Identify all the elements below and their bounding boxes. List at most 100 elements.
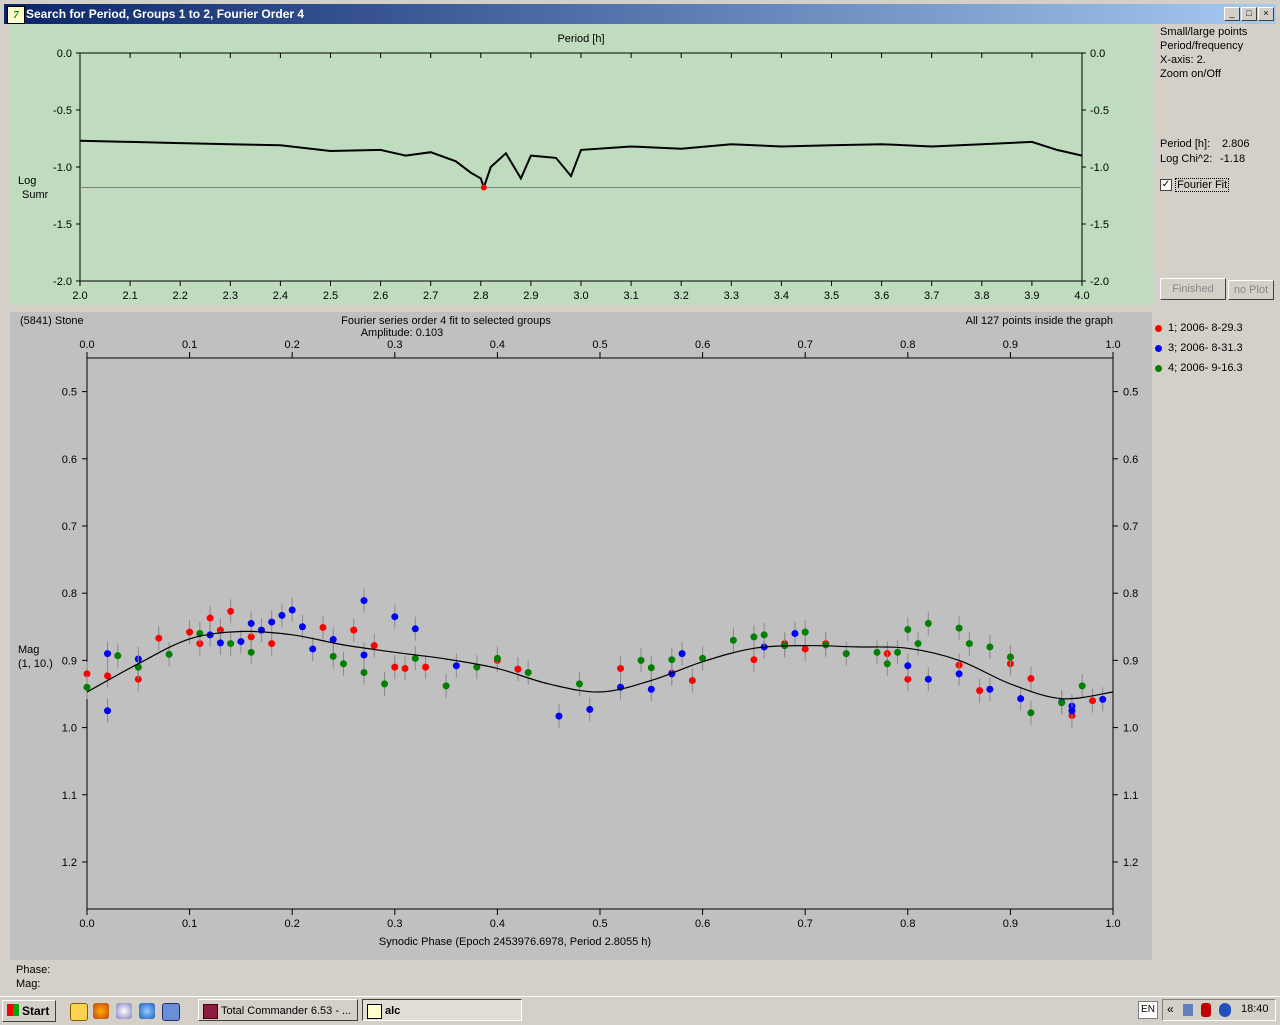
fourier-fit-checkbox[interactable]: ✓ Fourier Fit — [1160, 178, 1230, 192]
data-point — [186, 628, 194, 636]
legend-label: 4; 2006- 9-16.3 — [1168, 362, 1243, 374]
data-point — [924, 675, 932, 683]
data-point — [329, 652, 337, 660]
app-quicklaunch-icon[interactable] — [70, 1003, 88, 1021]
option-period-frequency[interactable]: Period/frequency — [1160, 40, 1243, 52]
data-point — [822, 641, 830, 649]
data-point — [791, 630, 799, 637]
data-point — [268, 640, 276, 648]
data-point — [350, 626, 358, 634]
x-tick-label: 2.0 — [72, 290, 87, 302]
y-tick-label: -1.0 — [1090, 162, 1109, 174]
y-tick-label: -1.0 — [53, 162, 72, 174]
system-tray: « 18:40 — [1162, 999, 1276, 1021]
legend-item: 4; 2006- 9-16.3 — [1155, 362, 1243, 374]
maximize-button[interactable]: □ — [1241, 7, 1257, 21]
y-tick-label: 0.9 — [1123, 655, 1138, 667]
taskbar: Start Total Commander 6.53 - ... alc EN … — [0, 996, 1280, 1025]
app-icon: 7 — [7, 6, 25, 24]
y-tick-label: 1.0 — [62, 723, 77, 735]
y-axis-label: (1, 10.) — [18, 658, 53, 670]
data-point — [1027, 675, 1035, 683]
firefox-icon[interactable] — [93, 1003, 109, 1019]
x-tick-label: 0.1 — [182, 339, 197, 351]
windows-logo-icon — [7, 1004, 19, 1016]
data-point — [986, 643, 994, 651]
data-point — [104, 707, 112, 715]
periodogram-line — [79, 139, 1083, 191]
x-tick-label: 1.0 — [1105, 339, 1120, 351]
best-period-marker — [480, 184, 487, 191]
period-value: 2.806 — [1222, 138, 1250, 150]
data-point — [247, 619, 255, 627]
x-tick-label: 3.9 — [1024, 290, 1039, 302]
x-tick-label: 0.2 — [285, 918, 300, 930]
data-point — [575, 680, 583, 688]
data-point — [647, 664, 655, 672]
data-point — [401, 664, 409, 672]
x-tick-label: 1.0 — [1105, 918, 1120, 930]
x-tick-label: 0.4 — [490, 918, 505, 930]
data-point — [750, 656, 758, 664]
data-point — [360, 597, 368, 605]
show-desktop-icon[interactable] — [162, 1003, 180, 1021]
option-zoom[interactable]: Zoom on/Off — [1160, 68, 1221, 80]
option-point-size[interactable]: Small/large points — [1160, 26, 1247, 38]
tray-expand-icon[interactable]: « — [1167, 1002, 1174, 1016]
language-indicator[interactable]: EN — [1138, 1001, 1158, 1019]
tray-network-icon[interactable] — [1183, 1004, 1193, 1016]
x-tick-label: 2.7 — [423, 290, 438, 302]
data-point — [678, 650, 686, 658]
checkbox-box[interactable]: ✓ — [1160, 179, 1172, 192]
app-small-icon — [367, 1004, 382, 1019]
x-tick-label: 0.1 — [182, 918, 197, 930]
x-tick-label: 3.4 — [774, 290, 789, 302]
x-tick-label: 0.9 — [1003, 918, 1018, 930]
thunderbird-icon[interactable] — [116, 1003, 132, 1019]
data-point — [422, 663, 430, 671]
x-tick-label: 0.3 — [387, 339, 402, 351]
x-tick-label: 2.1 — [122, 290, 137, 302]
y-tick-label: 1.2 — [62, 857, 77, 869]
lightcurve-panel[interactable]: (5841) Stone Fourier series order 4 fit t… — [10, 312, 1152, 960]
tray-antivirus-icon[interactable] — [1201, 1003, 1211, 1017]
y-tick-label: -0.5 — [53, 105, 72, 117]
data-point — [750, 633, 758, 641]
period-search-chart[interactable]: Period [h] Log Sumr 0.0 0.0 -0.5 -0.5 -1.0 -1.0 -… — [10, 24, 1154, 305]
data-point — [524, 668, 532, 676]
no-plot-button[interactable]: no Plot — [1228, 280, 1274, 300]
object-label: (5841) Stone — [20, 315, 84, 327]
period-search-panel[interactable]: Period [h] Log Sumr 0.0 0.0 -0.5 -0.5 -1.0 -1.0 -… — [10, 24, 1154, 305]
y-tick-label: 0.8 — [1123, 588, 1138, 600]
data-point — [1058, 699, 1066, 707]
tray-bluetooth-icon[interactable] — [1219, 1003, 1231, 1017]
chi-label: Log Chi^2: — [1160, 153, 1213, 165]
y-tick-label: 0.5 — [1123, 387, 1138, 399]
legend-dot-green — [1155, 364, 1162, 372]
task-alc[interactable]: alc — [362, 999, 522, 1021]
data-point — [924, 619, 932, 627]
data-point — [360, 668, 368, 676]
legend-label: 3; 2006- 8-31.3 — [1168, 342, 1243, 354]
data-point — [1088, 697, 1096, 705]
x-tick-label: 4.0 — [1074, 290, 1089, 302]
close-button[interactable]: × — [1258, 7, 1274, 21]
minimize-button[interactable]: _ — [1224, 7, 1240, 21]
window-title-bar[interactable]: 7 Search for Period, Groups 1 to 2, Four… — [4, 4, 1276, 24]
data-point — [894, 648, 902, 656]
finished-button[interactable]: Finished — [1160, 278, 1226, 300]
task-total-commander[interactable]: Total Commander 6.53 - ... — [198, 999, 358, 1021]
start-button[interactable]: Start — [2, 1000, 56, 1022]
legend-item: 1; 2006- 8-29.3 — [1155, 322, 1243, 334]
y-tick-label: 0.6 — [62, 454, 77, 466]
data-point — [617, 664, 625, 672]
y-tick-label: 0.7 — [1123, 521, 1138, 533]
legend-dot-blue — [1155, 344, 1162, 352]
internet-explorer-icon[interactable] — [139, 1003, 155, 1019]
data-point — [298, 623, 306, 631]
start-label: Start — [22, 1004, 50, 1018]
data-point — [955, 670, 963, 678]
option-x-axis[interactable]: X-axis: 2. — [1160, 54, 1206, 66]
legend-dot-red — [1155, 324, 1162, 332]
lightcurve-chart[interactable]: (5841) Stone Fourier series order 4 fit t… — [10, 312, 1152, 960]
